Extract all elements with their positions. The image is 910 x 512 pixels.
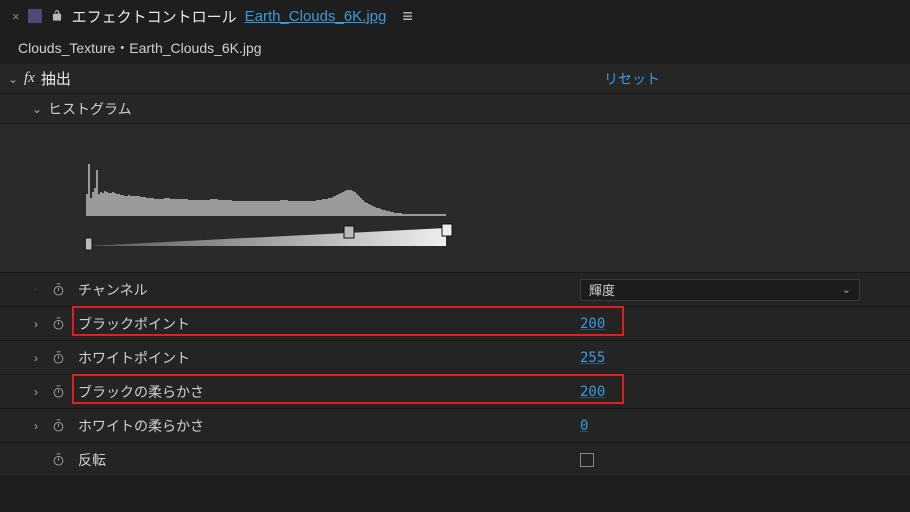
twirl-white-point-icon[interactable]: › xyxy=(34,351,38,365)
white-softness-value[interactable]: 0 xyxy=(580,418,588,434)
channel-value: 輝度 xyxy=(589,280,615,299)
param-label-white-softness: ホワイトの柔らかさ xyxy=(78,416,204,436)
twirl-white-softness-icon[interactable]: › xyxy=(34,419,38,433)
panel-menu-icon[interactable]: ≡ xyxy=(402,6,413,27)
param-label-white-point: ホワイトポイント xyxy=(78,348,190,368)
histogram-label: ヒストグラム xyxy=(48,99,132,119)
effect-header-row: ⌄ fx 抽出 リセット xyxy=(0,64,910,94)
param-row-black-point: › ブラックポイント 200 xyxy=(0,307,910,341)
twirl-black-point-icon[interactable]: › xyxy=(34,317,38,331)
close-tab-icon[interactable]: × xyxy=(12,9,20,24)
breadcrumb: Clouds_Texture・Earth_Clouds_6K.jpg xyxy=(0,32,910,64)
param-row-black-softness: › ブラックの柔らかさ 200 xyxy=(0,375,910,409)
twirl-black-softness-icon[interactable]: › xyxy=(34,385,38,399)
stopwatch-icon[interactable] xyxy=(51,316,66,331)
black-softness-value[interactable]: 200 xyxy=(580,384,605,400)
panel-header: × エフェクトコントロール Earth_Clouds_6K.jpg ≡ xyxy=(0,0,910,32)
param-label-channel: チャンネル xyxy=(78,280,148,300)
black-point-handle[interactable] xyxy=(86,238,92,250)
histogram-header-row: ⌄ ヒストグラム xyxy=(0,94,910,124)
stopwatch-icon[interactable] xyxy=(51,418,66,433)
param-label-black-point: ブラックポイント xyxy=(78,314,190,334)
source-file-link[interactable]: Earth_Clouds_6K.jpg xyxy=(245,8,387,25)
stopwatch-icon[interactable] xyxy=(51,452,66,467)
param-row-white-point: › ホワイトポイント 255 xyxy=(0,341,910,375)
histogram-graph[interactable] xyxy=(86,134,466,254)
param-row-white-softness: › ホワイトの柔らかさ 0 xyxy=(0,409,910,443)
reset-link[interactable]: リセット xyxy=(604,69,660,89)
histogram-area xyxy=(0,124,910,273)
param-label-black-softness: ブラックの柔らかさ xyxy=(78,382,204,402)
soft-handle[interactable] xyxy=(344,226,354,238)
param-row-invert: 反転 xyxy=(0,443,910,477)
black-point-value[interactable]: 200 xyxy=(580,316,605,332)
white-point-handle[interactable] xyxy=(442,224,452,236)
effect-name: 抽出 xyxy=(41,68,71,89)
stopwatch-icon[interactable] xyxy=(51,282,66,297)
tab-color-indicator xyxy=(28,9,42,23)
twirl-effect-icon[interactable]: ⌄ xyxy=(6,72,20,86)
unlock-icon[interactable] xyxy=(50,9,64,23)
stopwatch-icon[interactable] xyxy=(51,384,66,399)
param-row-channel: · チャンネル 輝度 ⌄ xyxy=(0,273,910,307)
stopwatch-icon[interactable] xyxy=(51,350,66,365)
fx-icon[interactable]: fx xyxy=(24,70,35,87)
panel-title: エフェクトコントロール xyxy=(72,6,237,27)
invert-checkbox[interactable] xyxy=(580,453,594,467)
white-point-value[interactable]: 255 xyxy=(580,350,605,366)
chevron-down-icon: ⌄ xyxy=(842,283,851,296)
channel-dropdown[interactable]: 輝度 ⌄ xyxy=(580,279,860,301)
twirl-histogram-icon[interactable]: ⌄ xyxy=(30,102,44,116)
param-label-invert: 反転 xyxy=(78,450,106,470)
